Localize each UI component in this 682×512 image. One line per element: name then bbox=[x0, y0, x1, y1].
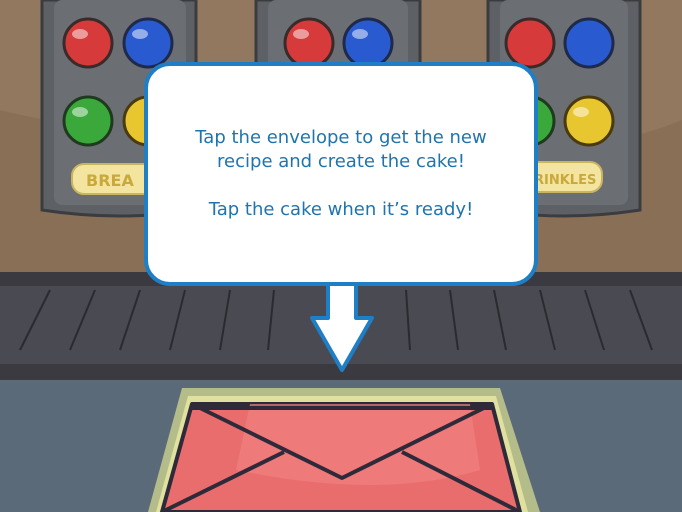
blue-button-icon bbox=[563, 17, 615, 69]
red-button-icon bbox=[504, 17, 556, 69]
yellow-button-icon bbox=[563, 95, 615, 147]
red-button-icon bbox=[283, 17, 335, 69]
envelope-icon[interactable] bbox=[148, 388, 540, 512]
machine-right-label: RINKLES bbox=[534, 173, 596, 188]
instruction-tooltip: Tap the envelope to get the new recipe a… bbox=[144, 62, 538, 286]
green-button-icon bbox=[62, 95, 114, 147]
tooltip-line-2: recipe and create the cake! bbox=[217, 151, 465, 172]
blue-button-icon bbox=[342, 17, 394, 69]
blue-button-icon bbox=[122, 17, 174, 69]
tooltip-line-3: Tap the cake when it’s ready! bbox=[208, 199, 474, 220]
machine-left-label: BREA bbox=[86, 171, 134, 190]
tooltip-line-1: Tap the envelope to get the new bbox=[195, 127, 487, 148]
red-button-icon bbox=[62, 17, 114, 69]
